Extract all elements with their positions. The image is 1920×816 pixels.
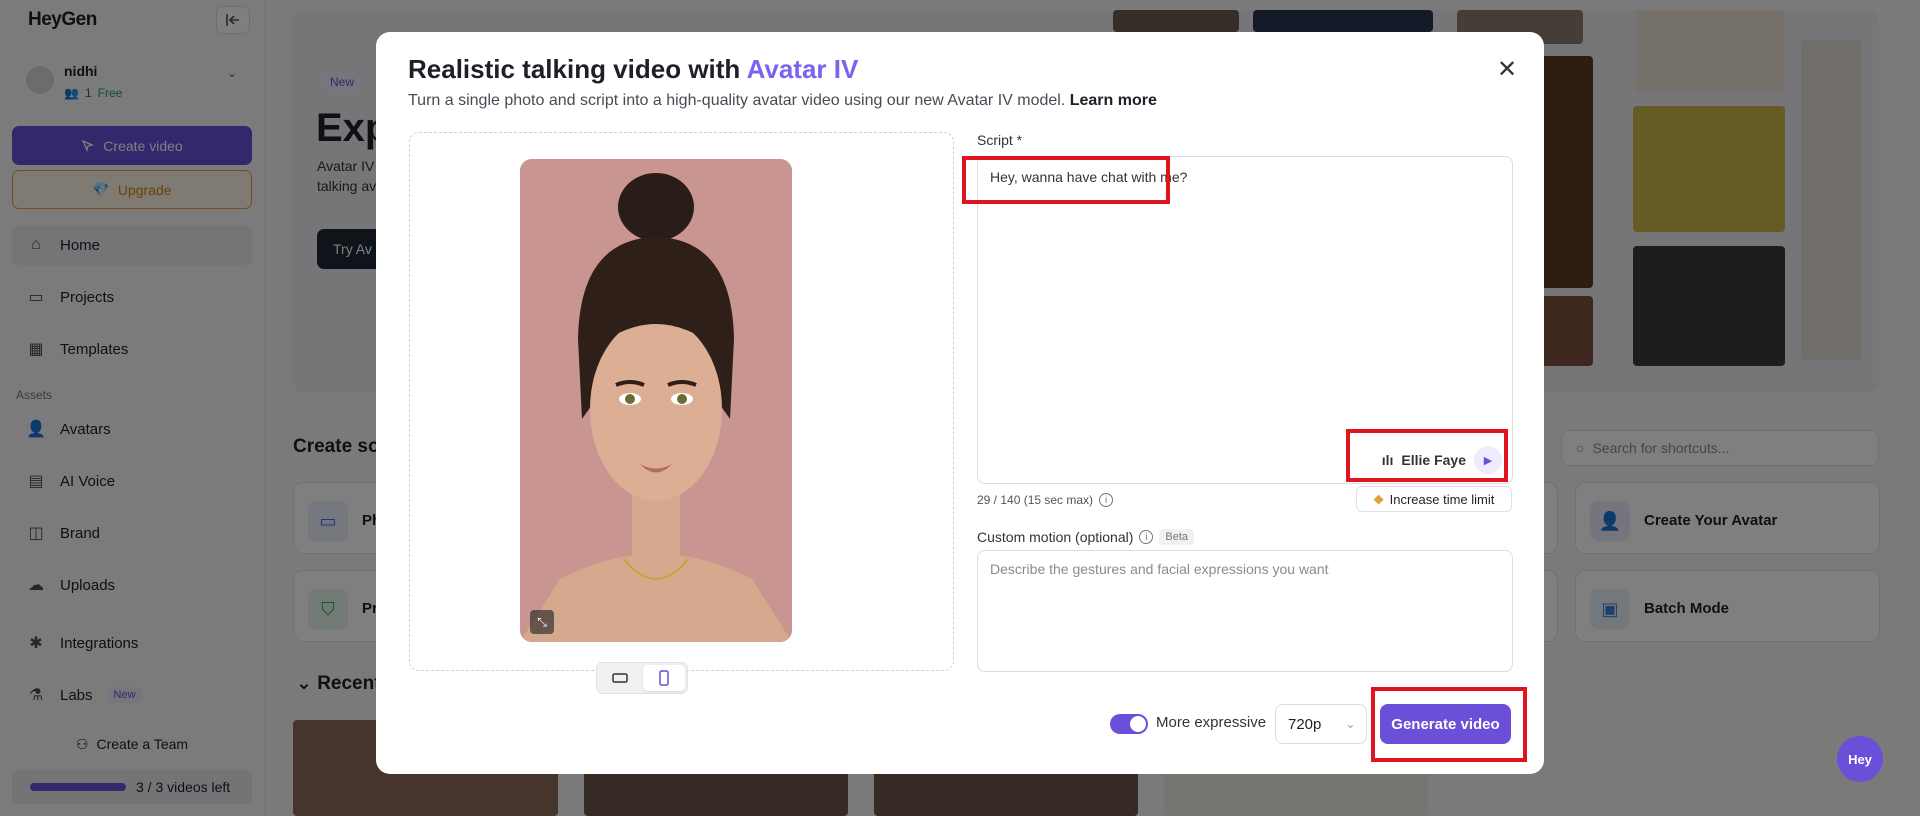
generate-video-button[interactable]: Generate video (1380, 704, 1511, 744)
custom-motion-label-row: Custom motion (optional) i Beta (977, 529, 1195, 545)
toggle-knob (1130, 716, 1146, 732)
portrait-orientation-button[interactable] (643, 665, 685, 691)
close-button[interactable]: ✕ (1492, 54, 1522, 84)
shrink-icon: ⤡ (537, 614, 547, 629)
character-count: 29 / 140 (15 sec max) i (977, 493, 1114, 507)
dialog-subtitle: Turn a single photo and script into a hi… (408, 92, 1157, 110)
dialog-subtitle-text: Turn a single photo and script into a hi… (408, 92, 1070, 109)
increase-time-limit-label: Increase time limit (1389, 491, 1495, 507)
collapse-image-button[interactable]: ⤡ (530, 610, 554, 634)
learn-more-link[interactable]: Learn more (1070, 92, 1157, 109)
landscape-icon (612, 673, 628, 683)
info-icon[interactable]: i (1139, 530, 1154, 544)
dialog-title-prefix: Realistic talking video with (408, 54, 747, 84)
quality-value: 720p (1288, 715, 1322, 733)
help-chat-button[interactable]: Hey (1837, 736, 1883, 782)
voice-selector[interactable]: ılı Ellie Faye ▶ (1382, 445, 1502, 475)
dialog-title-accent: Avatar IV (746, 54, 859, 84)
info-icon[interactable]: i (1099, 493, 1114, 507)
char-count-text: 29 / 140 (15 sec max) (977, 493, 1094, 507)
motion-placeholder: Describe the gestures and facial express… (990, 561, 1329, 577)
beta-badge: Beta (1159, 529, 1195, 545)
quality-select[interactable]: 720p ⌄ (1275, 704, 1367, 744)
avatar-iv-dialog: Realistic talking video with Avatar IV T… (376, 32, 1544, 774)
more-expressive-toggle[interactable] (1110, 714, 1148, 734)
custom-motion-textarea[interactable]: Describe the gestures and facial express… (977, 550, 1513, 672)
custom-motion-label: Custom motion (optional) (977, 529, 1134, 545)
portrait-icon (659, 670, 669, 686)
more-expressive-label: More expressive (1156, 714, 1267, 731)
close-icon: ✕ (1496, 55, 1518, 83)
portrait-illustration (520, 159, 792, 642)
play-voice-button[interactable]: ▶ (1474, 446, 1502, 474)
waveform-icon: ılı (1381, 452, 1394, 468)
avatar-photo: ⤡ (520, 159, 792, 642)
script-text: Hey, wanna have chat with me? (990, 169, 1188, 185)
increase-time-limit-button[interactable]: ◆ Increase time limit (1356, 486, 1512, 512)
dialog-title: Realistic talking video with Avatar IV (408, 54, 858, 85)
play-icon: ▶ (1483, 454, 1493, 467)
landscape-orientation-button[interactable] (599, 665, 641, 691)
diamond-icon: ◆ (1373, 491, 1384, 506)
orientation-toggle (596, 662, 688, 694)
script-label: Script * (977, 132, 1023, 148)
script-textarea[interactable]: Hey, wanna have chat with me? ılı Ellie … (977, 156, 1513, 484)
chevron-down-icon: ⌄ (1345, 717, 1356, 731)
voice-name: Ellie Faye (1401, 452, 1466, 468)
photo-upload-area[interactable]: ⤡ (409, 132, 954, 694)
